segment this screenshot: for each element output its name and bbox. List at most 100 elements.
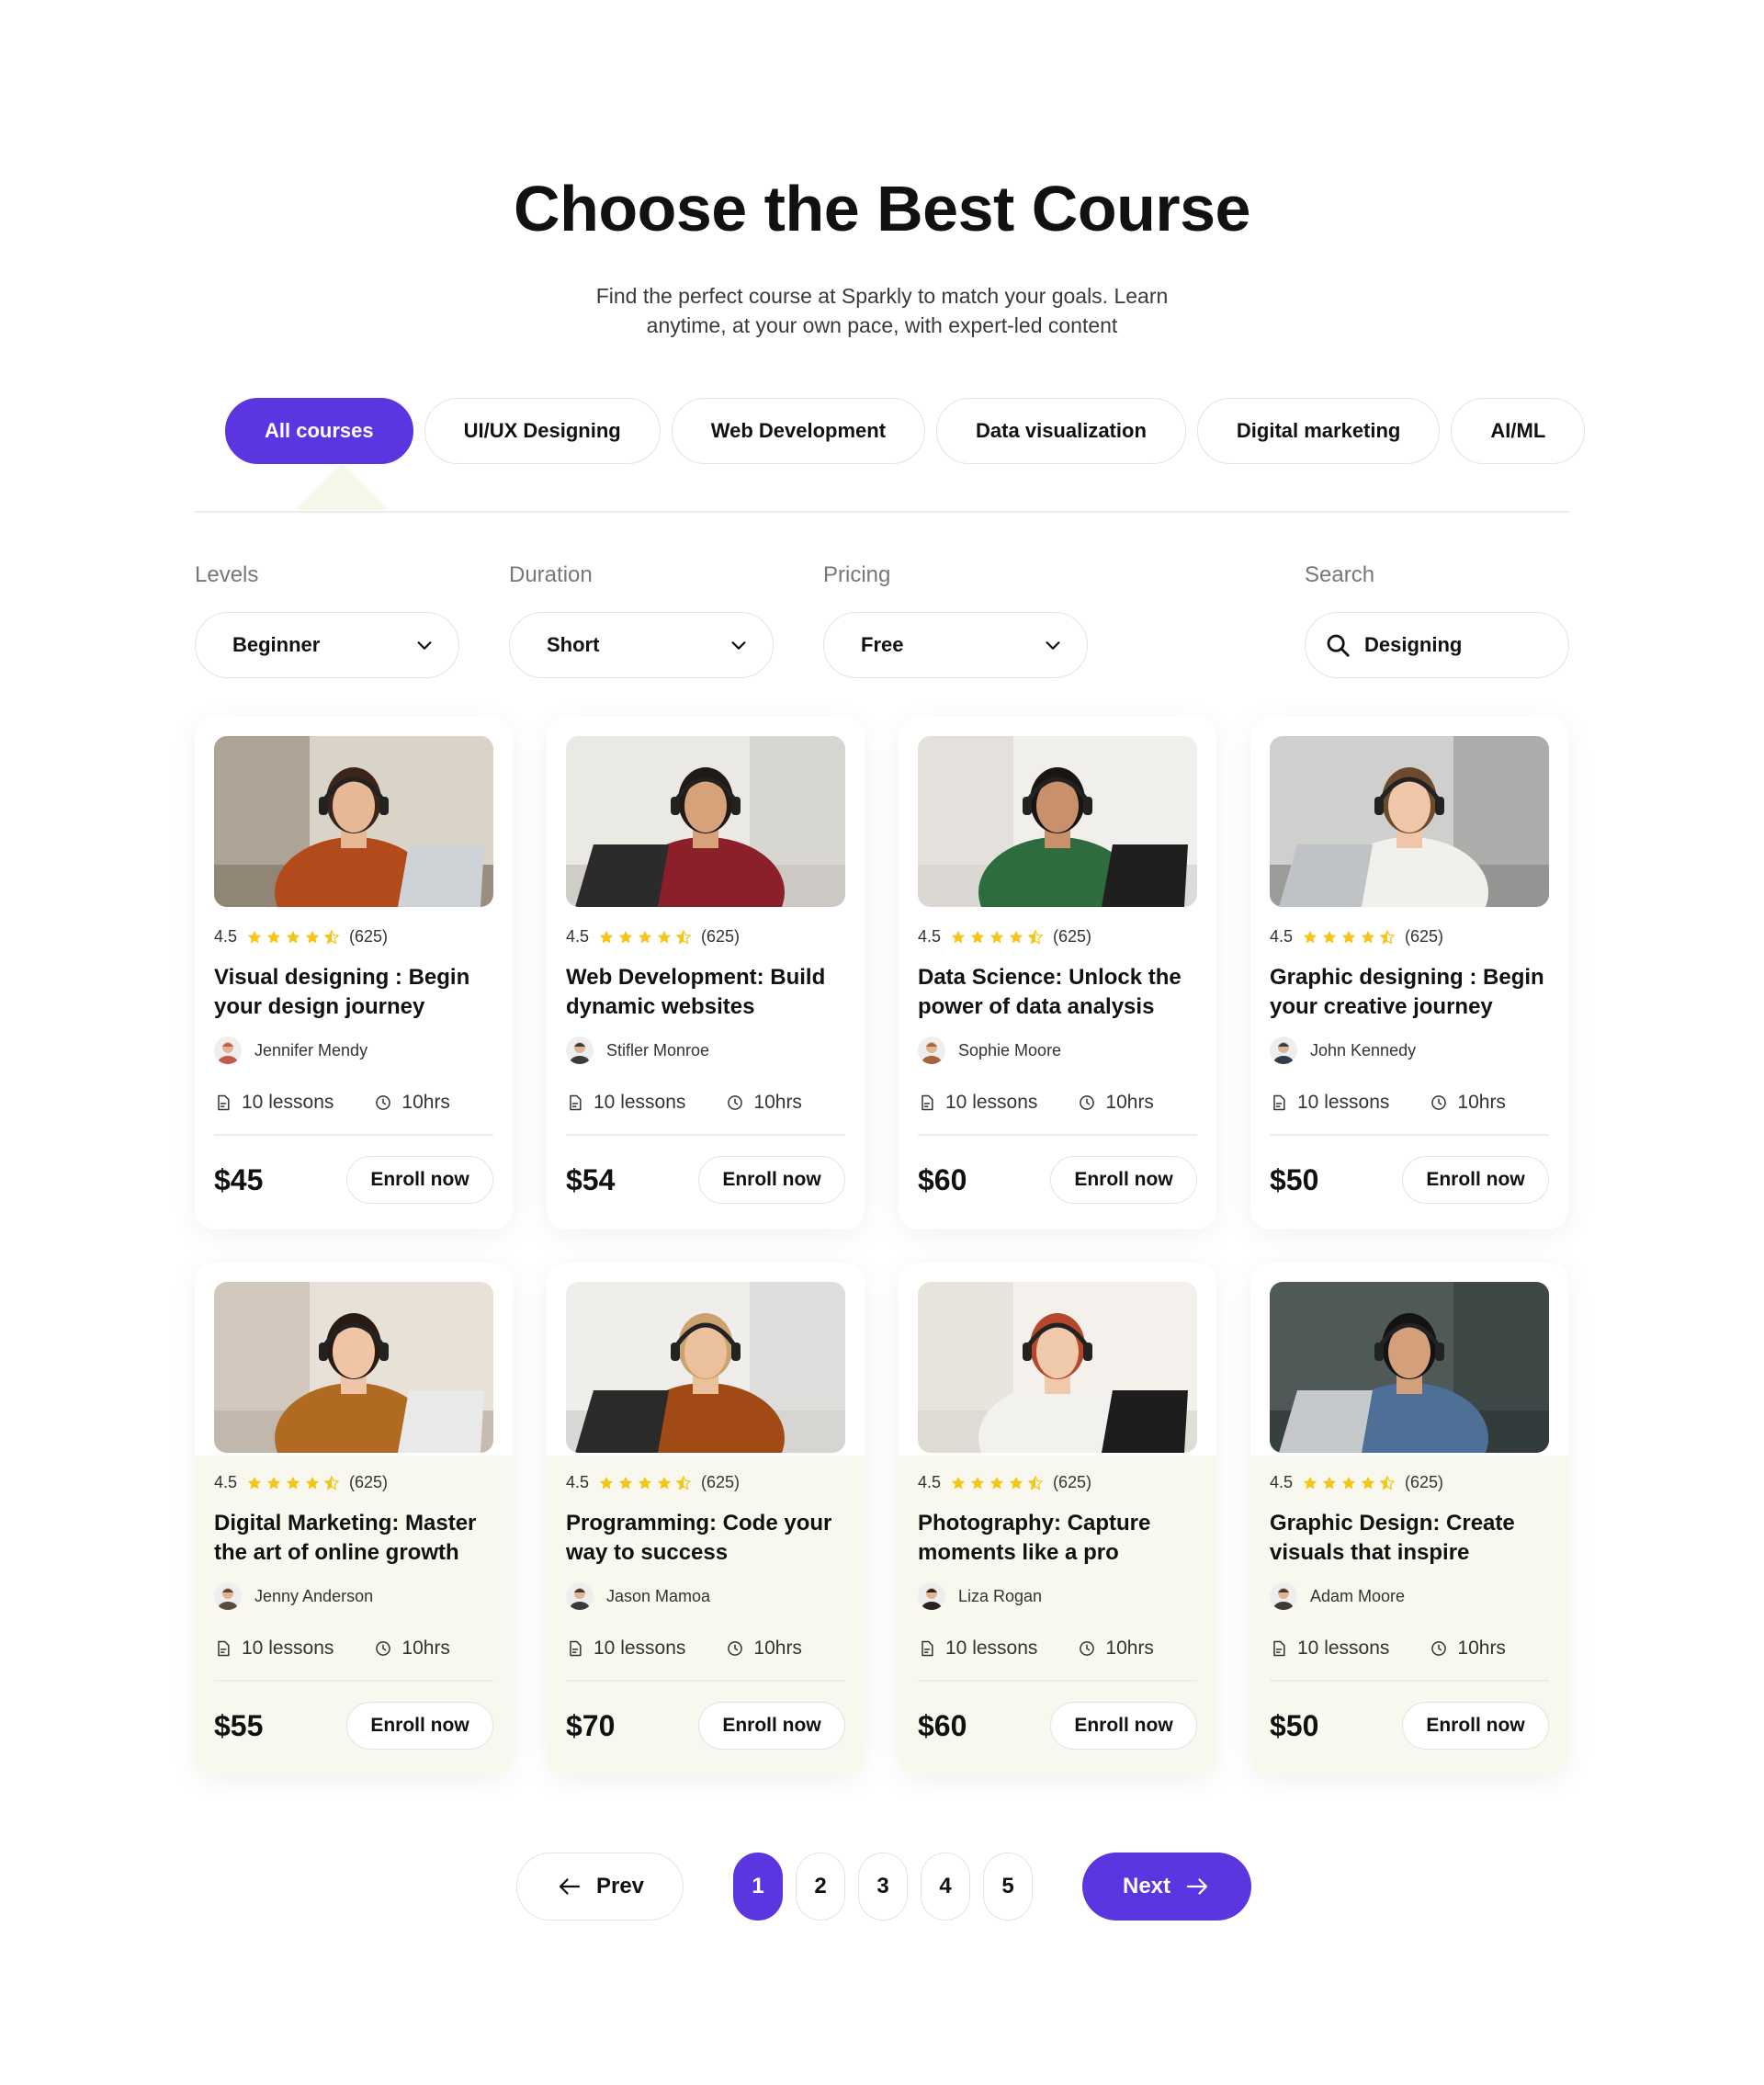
page-5-button[interactable]: 5 bbox=[983, 1853, 1033, 1921]
tab-web-development[interactable]: Web Development bbox=[671, 398, 926, 464]
search-input[interactable] bbox=[1364, 633, 1548, 657]
star-icon bbox=[657, 930, 672, 943]
document-icon bbox=[922, 1640, 933, 1657]
star-icon bbox=[989, 930, 1004, 943]
filter-search: Search bbox=[1305, 562, 1569, 678]
review-count: (625) bbox=[1405, 927, 1444, 946]
rating-value: 4.5 bbox=[214, 927, 238, 946]
star-half-icon bbox=[1379, 928, 1396, 945]
enroll-button[interactable]: Enroll now bbox=[1402, 1702, 1549, 1750]
price-row: $60 Enroll now bbox=[918, 1156, 1197, 1204]
lessons-info: 10 lessons bbox=[918, 1637, 1037, 1660]
course-card[interactable]: 4.5 (625) Programming: Code your way to su… bbox=[547, 1263, 865, 1775]
rating-value: 4.5 bbox=[918, 1473, 942, 1491]
page-2-button[interactable]: 2 bbox=[796, 1853, 845, 1921]
instructor: John Kennedy bbox=[1270, 1037, 1549, 1064]
course-price: $45 bbox=[214, 1162, 264, 1196]
enroll-button[interactable]: Enroll now bbox=[346, 1702, 493, 1750]
course-title[interactable]: Web Development: Build dynamic websites bbox=[566, 963, 845, 1022]
rating-stars bbox=[246, 928, 340, 946]
star-icon bbox=[951, 1476, 966, 1489]
course-card[interactable]: 4.5 (625) Photography: Capture moments lik… bbox=[899, 1263, 1216, 1775]
rating-stars bbox=[950, 1474, 1044, 1491]
tab-ui-ux-designing[interactable]: UI/UX Designing bbox=[424, 398, 661, 464]
course-title[interactable]: Programming: Code your way to success bbox=[566, 1509, 845, 1568]
lessons-count: 10 lessons bbox=[594, 1092, 686, 1113]
star-half-icon bbox=[1379, 1474, 1396, 1490]
levels-select[interactable]: Beginner bbox=[195, 612, 459, 678]
pagination: Prev 1 2 3 4 5 Next bbox=[516, 1853, 1251, 1921]
course-title[interactable]: Data Science: Unlock the power of data a… bbox=[918, 963, 1197, 1022]
rating-stars bbox=[1302, 1474, 1396, 1491]
star-icon bbox=[286, 1476, 300, 1489]
price-row: $60 Enroll now bbox=[918, 1702, 1197, 1750]
avatar bbox=[566, 1037, 594, 1064]
star-icon bbox=[1341, 930, 1356, 943]
rating-stars bbox=[950, 928, 1044, 946]
page-3-button[interactable]: 3 bbox=[858, 1853, 908, 1921]
course-title[interactable]: Visual designing : Begin your design jou… bbox=[214, 963, 493, 1022]
course-title[interactable]: Graphic designing : Begin your creative … bbox=[1270, 963, 1549, 1022]
tabs-divider bbox=[195, 511, 1569, 513]
lessons-count: 10 lessons bbox=[242, 1637, 334, 1659]
star-icon bbox=[305, 1476, 320, 1489]
course-card[interactable]: 4.5 (625) Graphic Design: Create visuals t… bbox=[1250, 1263, 1568, 1775]
star-half-icon bbox=[323, 1474, 340, 1490]
next-button[interactable]: Next bbox=[1082, 1853, 1251, 1921]
enroll-button[interactable]: Enroll now bbox=[1050, 1156, 1197, 1204]
course-card[interactable]: 4.5 (625) Graphic designing : Begin your c… bbox=[1250, 717, 1568, 1229]
course-price: $60 bbox=[918, 1708, 967, 1742]
lessons-count: 10 lessons bbox=[1297, 1092, 1390, 1113]
tab-ai-ml[interactable]: AI/ML bbox=[1451, 398, 1586, 464]
instructor-name: Liza Rogan bbox=[958, 1586, 1043, 1605]
prev-button[interactable]: Prev bbox=[516, 1853, 684, 1921]
enroll-button[interactable]: Enroll now bbox=[1402, 1156, 1549, 1204]
duration-select[interactable]: Short bbox=[509, 612, 774, 678]
course-card[interactable]: 4.5 (625) Visual designing : Begin your de… bbox=[195, 717, 513, 1229]
avatar bbox=[918, 1582, 945, 1610]
page-4-button[interactable]: 4 bbox=[921, 1853, 970, 1921]
star-icon bbox=[1361, 1476, 1375, 1489]
pricing-select[interactable]: Free bbox=[823, 612, 1088, 678]
page-1-button[interactable]: 1 bbox=[733, 1853, 783, 1921]
duration-value: 10hrs bbox=[753, 1092, 802, 1113]
star-icon bbox=[1322, 930, 1337, 943]
tab-all-courses[interactable]: All courses bbox=[225, 398, 413, 464]
instructor: Sophie Moore bbox=[918, 1037, 1197, 1064]
star-icon bbox=[618, 1476, 633, 1489]
chevron-down-icon bbox=[1046, 641, 1060, 650]
course-card[interactable]: 4.5 (625) Web Development: Build dynamic w… bbox=[547, 717, 865, 1229]
active-tab-pointer bbox=[296, 464, 388, 510]
instructor: Jenny Anderson bbox=[214, 1582, 493, 1610]
enroll-button[interactable]: Enroll now bbox=[1050, 1702, 1197, 1750]
enroll-button[interactable]: Enroll now bbox=[698, 1156, 845, 1204]
course-card[interactable]: 4.5 (625) Digital Marketing: Master the ar… bbox=[195, 1263, 513, 1775]
filter-pricing: Pricing Free bbox=[823, 562, 1088, 678]
instructor: Stifler Monroe bbox=[566, 1037, 845, 1064]
rating-stars bbox=[246, 1474, 340, 1491]
chevron-down-icon bbox=[417, 641, 432, 650]
tab-digital-marketing[interactable]: Digital marketing bbox=[1196, 398, 1441, 464]
duration-value: 10hrs bbox=[1105, 1637, 1154, 1659]
rating-row: 4.5 (625) bbox=[1270, 1473, 1549, 1492]
star-icon bbox=[970, 1476, 985, 1489]
tab-data-visualization[interactable]: Data visualization bbox=[936, 398, 1186, 464]
clock-icon bbox=[728, 1095, 743, 1110]
enroll-button[interactable]: Enroll now bbox=[698, 1702, 845, 1750]
rating-value: 4.5 bbox=[1270, 1473, 1294, 1491]
course-title[interactable]: Photography: Capture moments like a pro bbox=[918, 1509, 1197, 1568]
course-card[interactable]: 4.5 (625) Data Science: Unlock the power o… bbox=[899, 717, 1216, 1229]
filter-levels: Levels Beginner bbox=[195, 562, 459, 678]
star-icon bbox=[247, 1476, 262, 1489]
enroll-button[interactable]: Enroll now bbox=[346, 1156, 493, 1204]
course-thumbnail bbox=[918, 736, 1197, 907]
course-title[interactable]: Digital Marketing: Master the art of onl… bbox=[214, 1509, 493, 1568]
rating-row: 4.5 (625) bbox=[918, 1473, 1197, 1492]
rating-row: 4.5 (625) bbox=[566, 1473, 845, 1492]
search-box[interactable] bbox=[1305, 612, 1569, 678]
clock-icon bbox=[376, 1641, 391, 1656]
next-label: Next bbox=[1122, 1874, 1171, 1898]
course-title[interactable]: Graphic Design: Create visuals that insp… bbox=[1270, 1509, 1549, 1568]
avatar bbox=[1270, 1037, 1297, 1064]
star-icon bbox=[657, 1476, 672, 1489]
